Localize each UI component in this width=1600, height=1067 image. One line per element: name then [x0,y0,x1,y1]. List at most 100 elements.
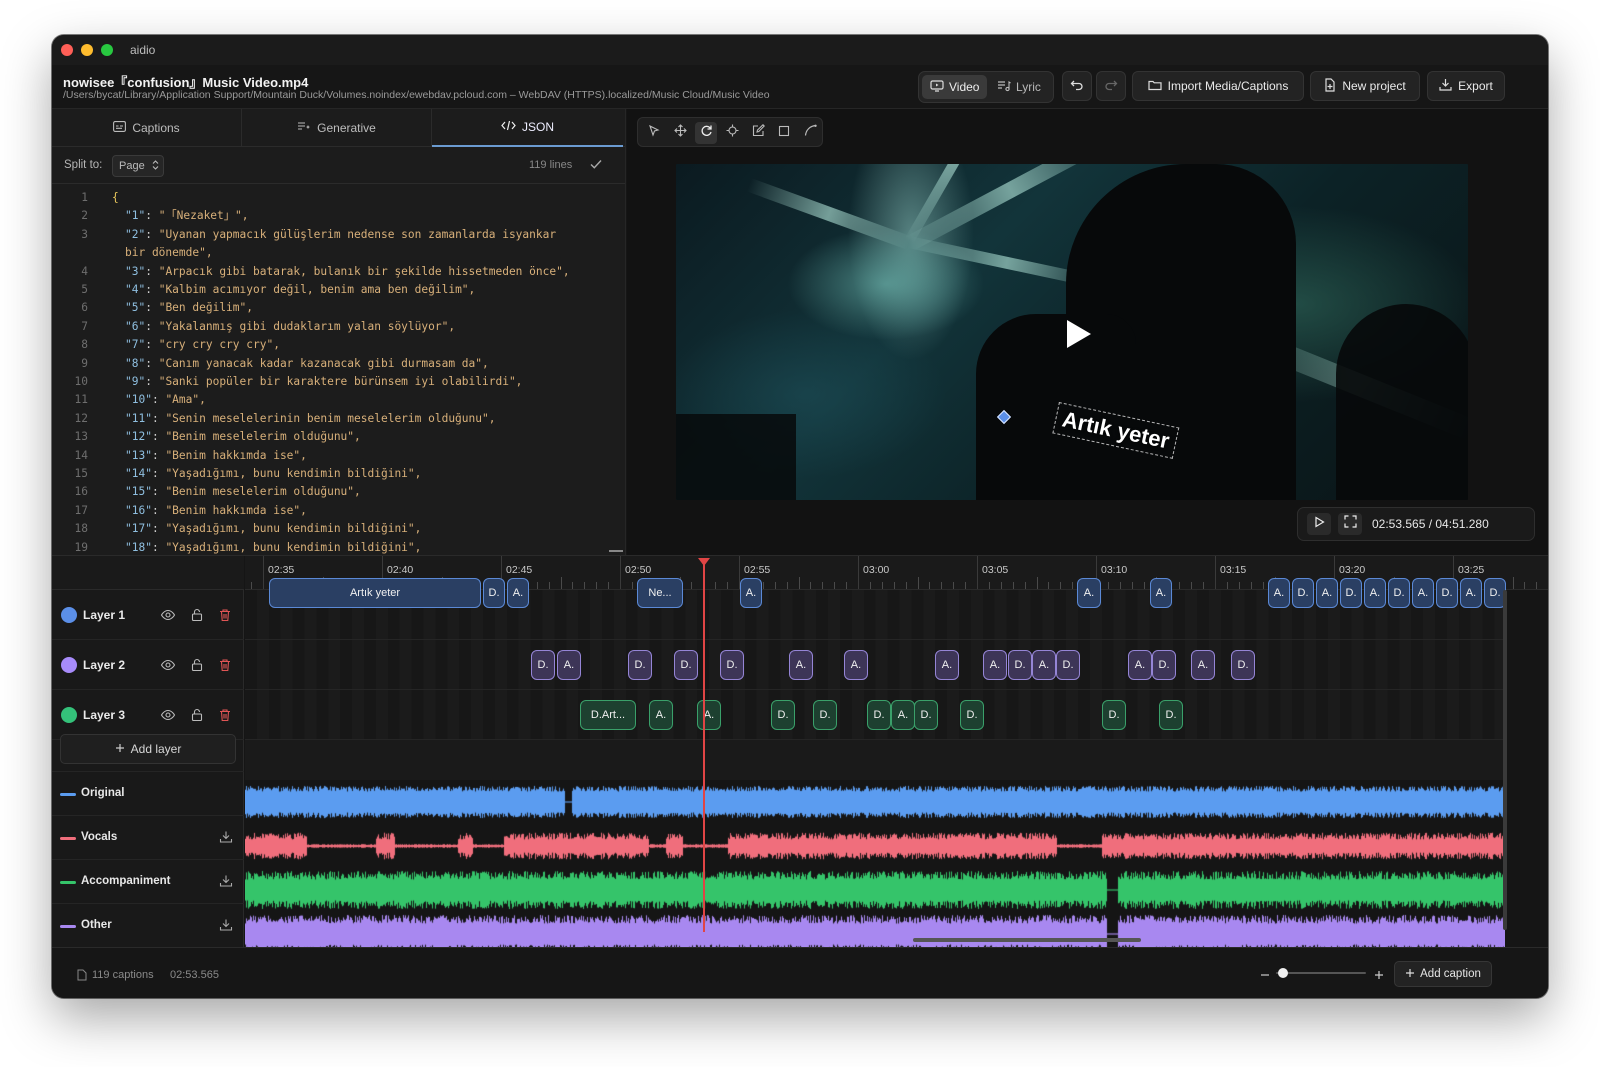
code-line[interactable]: 2 "1": "「Nezaket」", [52,207,612,225]
anchor-tool-button[interactable] [721,122,743,144]
caption-clip[interactable]: A. [649,700,673,730]
code-line[interactable]: 13 "12": "Benim meselelerim olduğunu", [52,428,612,446]
editor-scrollbar[interactable] [609,550,623,552]
download-icon[interactable] [218,917,234,933]
layer-row[interactable]: Layer 2 [52,640,244,690]
code-line[interactable]: 4 "3": "Arpacık gibi batarak, bulanık bir… [52,263,612,281]
waveform-accompaniment[interactable] [245,868,1505,912]
code-line[interactable]: 7 "6": "Yakalanmış gibi dudaklarım yalan … [52,318,612,336]
zoom-slider-knob[interactable] [1278,968,1289,978]
redo-button[interactable] [1096,71,1126,101]
waveform-vocals[interactable] [245,824,1505,868]
caption-clip[interactable]: D. [867,700,891,730]
audio-track-header[interactable]: Accompaniment [52,859,244,903]
rotate-tool-button[interactable] [695,122,717,144]
zoom-in-button[interactable] [1374,967,1384,985]
code-line[interactable]: 15 "14": "Yaşadığımı, bunu kendimin bildi… [52,465,612,483]
trash-icon[interactable] [217,657,233,673]
caption-clip[interactable]: D. [1056,650,1080,680]
timeline-horizontal-scrollbar[interactable] [913,938,1141,942]
code-line[interactable]: 5 "4": "Kalbim acımıyor değil, benim ama … [52,281,612,299]
code-line[interactable]: bir dönemde", [52,244,612,262]
caption-clip[interactable]: A. [740,578,762,608]
add-layer-button[interactable]: Add layer [60,734,236,764]
caption-clip[interactable]: D. [531,650,555,680]
code-line[interactable]: 10 "9": "Sanki popüler bir karaktere bürü… [52,373,612,391]
caption-clip[interactable]: A. [935,650,959,680]
caption-clip[interactable]: D. [1436,578,1458,608]
minimize-window-button[interactable] [81,44,93,56]
select-tool-button[interactable] [643,122,665,144]
trash-icon[interactable] [217,607,233,623]
move-tool-button[interactable] [669,122,691,144]
caption-clip[interactable]: A. [1364,578,1386,608]
code-line[interactable]: 18 "17": "Yaşadığımı, bunu kendimin bildi… [52,520,612,538]
lock-icon[interactable] [189,707,205,723]
caption-clip[interactable]: A. [1268,578,1290,608]
caption-clip[interactable]: A. [1316,578,1338,608]
caption-clip[interactable]: D. [960,700,984,730]
undo-button[interactable] [1062,71,1092,101]
download-icon[interactable] [218,829,234,845]
caption-clip[interactable]: Artık yeter [269,578,481,608]
caption-clip[interactable]: D. [1292,578,1314,608]
edit-tool-button[interactable] [747,122,769,144]
caption-clip[interactable]: D. [720,650,744,680]
json-code-editor[interactable]: 1{2 "1": "「Nezaket」", 3 "2": "Uyanan yapmac… [52,184,612,555]
code-line[interactable]: 8 "7": "cry cry cry cry", [52,336,612,354]
caption-clip[interactable]: A. [697,700,721,730]
caption-clip[interactable]: A. [1032,650,1056,680]
video-frame[interactable]: Artık yeter [676,164,1468,500]
layer-track[interactable]: Artık yeter D. A. Ne... A. A. A. A. D. A. D. A. D. A.… [245,578,1506,640]
waveform-original[interactable] [245,780,1505,824]
split-select[interactable]: Page [112,155,164,177]
caption-clip[interactable]: D. [483,578,505,608]
caption-clip[interactable]: Ne... [637,578,683,608]
caption-clip[interactable]: D. [1159,700,1183,730]
caption-clip[interactable]: D. [1152,650,1176,680]
export-button[interactable]: Export [1427,71,1505,101]
caption-clip[interactable]: D. [771,700,795,730]
caption-clip[interactable]: A. [1077,578,1101,608]
caption-clip[interactable]: D. [1231,650,1255,680]
caption-clip[interactable]: D.Art... [580,700,636,730]
waveform-other[interactable] [245,912,1505,948]
maximize-window-button[interactable] [101,44,113,56]
timeline-vertical-scrollbar[interactable] [1503,590,1507,930]
audio-track-header[interactable]: Original [52,771,244,815]
caption-clip[interactable]: D. [813,700,837,730]
zoom-out-button[interactable] [1260,967,1270,985]
code-line[interactable]: 11 "10": "Ama", [52,391,612,409]
code-line[interactable]: 16 "15": "Benim meselelerim olduğunu", [52,483,612,501]
rectangle-tool-button[interactable] [773,122,795,144]
eye-icon[interactable] [160,707,176,723]
mode-video-button[interactable]: Video [922,75,988,99]
audio-track-header[interactable]: Vocals [52,815,244,859]
zoom-slider[interactable] [1276,972,1366,974]
code-line[interactable]: 1{ [52,189,612,207]
playhead[interactable] [703,560,705,932]
caption-clip[interactable]: A. [891,700,915,730]
audio-track-header[interactable]: Other [52,903,244,947]
caption-clip[interactable]: D. [1388,578,1410,608]
caption-clip[interactable]: A. [1412,578,1434,608]
code-line[interactable]: 9 "8": "Canım yanacak kadar kazanacak gib… [52,355,612,373]
code-line[interactable]: 12 "11": "Senin meselelerinin benim mesel… [52,410,612,428]
trash-icon[interactable] [217,707,233,723]
close-window-button[interactable] [61,44,73,56]
code-line[interactable]: 6 "5": "Ben değilim", [52,299,612,317]
play-overlay-button[interactable] [1056,314,1096,354]
import-media-button[interactable]: Import Media/Captions [1132,71,1304,101]
caption-clip[interactable]: A. [1191,650,1215,680]
caption-clip[interactable]: A. [1150,578,1172,608]
tab-json[interactable]: JSON [432,109,623,147]
caption-clip[interactable]: D. [1008,650,1032,680]
mode-lyric-button[interactable]: Lyric [989,75,1049,99]
download-icon[interactable] [218,873,234,889]
caption-clip[interactable]: D. [674,650,698,680]
caption-clip[interactable]: D. [628,650,652,680]
caption-clip[interactable]: D. [1102,700,1126,730]
caption-clip[interactable]: A. [1460,578,1482,608]
add-caption-button[interactable]: Add caption [1394,961,1492,987]
caption-clip[interactable]: A. [1128,650,1152,680]
